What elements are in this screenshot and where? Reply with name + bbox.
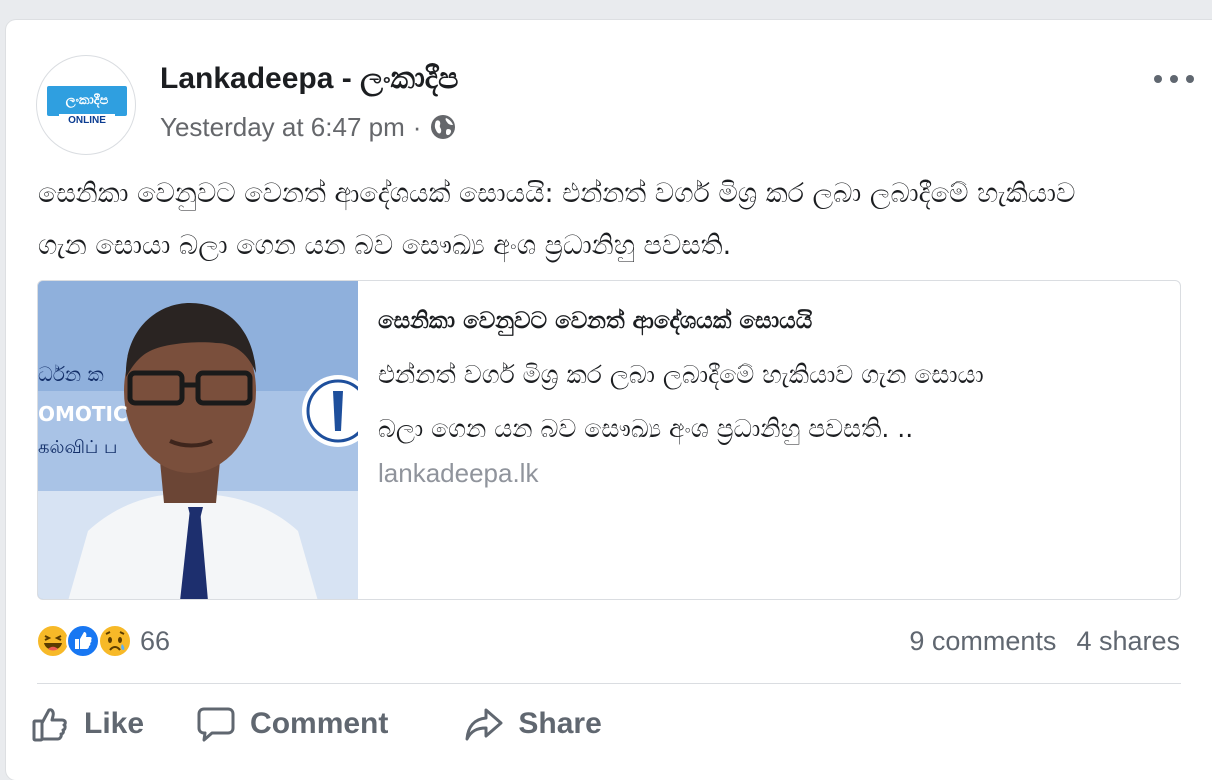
reactions-summary[interactable]: 66 xyxy=(36,624,170,658)
link-domain: lankadeepa.lk xyxy=(378,458,539,488)
avatar-logo: ලංකාදීප xyxy=(47,86,127,116)
post-text-line: සෙනිකා වෙනුවට වෙනත් ආදේශයක් සොයයි: එන්නත… xyxy=(38,178,1076,209)
comment-label: Comment xyxy=(250,707,389,740)
actions-divider xyxy=(37,683,1181,684)
meta-separator: · xyxy=(412,111,422,142)
comment-button[interactable]: Comment xyxy=(196,700,388,748)
action-bar: Like Comment Share xyxy=(30,700,602,748)
post-text: සෙනිකා වෙනුවට වෙනත් ආදේශයක් සොයයි: එන්නත… xyxy=(38,168,1188,272)
share-button[interactable]: Share xyxy=(464,700,602,748)
post-timestamp[interactable]: Yesterday at 6:47 pm xyxy=(160,112,405,143)
comment-icon xyxy=(197,707,235,742)
like-label: Like xyxy=(84,707,145,740)
more-dot-icon xyxy=(1186,75,1194,83)
reaction-icons xyxy=(36,624,134,658)
sad-icon xyxy=(98,624,132,658)
haha-icon xyxy=(36,624,70,658)
link-description-line: එන්නත් වර්ග මිශ්‍ර කර ලබා ලබාදීමේ හැකියා… xyxy=(378,360,984,389)
like-icon xyxy=(66,624,100,658)
page-avatar[interactable]: ලංකාදීප ONLINE xyxy=(36,55,136,155)
thumbs-up-icon xyxy=(32,708,67,742)
shares-count-link[interactable]: 4 shares xyxy=(1076,626,1180,657)
link-thumbnail[interactable]: ර්ධන ක OMOTIC கல்விப் ப xyxy=(38,281,358,599)
thumb-banner-text: கல்விப் ப xyxy=(38,437,117,458)
like-button[interactable]: Like xyxy=(30,700,144,748)
comments-count-link[interactable]: 9 comments xyxy=(909,626,1056,657)
link-description-line: බලා ගෙන යන බව සෞඛ්‍ය අංශ ප්‍රධානිහු පවසත… xyxy=(378,414,914,443)
thumb-banner-text: OMOTIC xyxy=(38,402,128,426)
more-dot-icon xyxy=(1154,75,1162,83)
post-stats: 9 comments 4 shares xyxy=(909,624,1180,658)
thumb-banner-text: ර්ධන ක xyxy=(38,362,104,386)
share-label: Share xyxy=(518,707,602,740)
post-text-line: ගැන සොයා බලා ගෙන යන බව සෞඛ්‍ය අංශ ප්‍රධා… xyxy=(38,230,732,261)
avatar-logo-sub: ONLINE xyxy=(59,114,115,128)
link-title[interactable]: සෙනිකා වෙනුවට වෙනත් ආදේශයක් සොයයි xyxy=(378,308,1158,334)
post-meta: Yesterday at 6:47 pm · xyxy=(160,112,457,142)
more-dot-icon xyxy=(1170,75,1178,83)
page-name-link[interactable]: Lankadeepa - ලංකාදීප xyxy=(160,62,458,96)
more-options-button[interactable] xyxy=(1154,64,1194,94)
reaction-count: 66 xyxy=(140,625,171,656)
link-description: එන්නත් වර්ග මිශ්‍ර කර ලබා ලබාදීමේ හැකියා… xyxy=(378,348,1158,456)
globe-icon[interactable] xyxy=(429,113,457,141)
share-icon xyxy=(465,708,503,741)
